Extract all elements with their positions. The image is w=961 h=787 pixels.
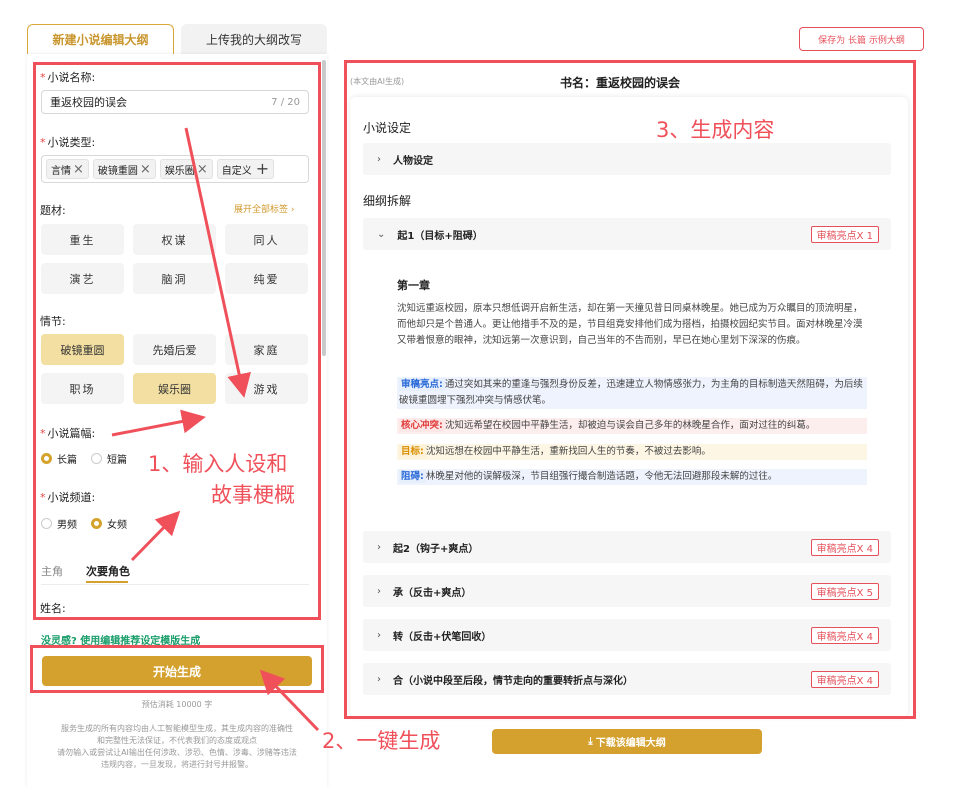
annotation-arrows (111, 127, 320, 732)
arrow-to-generate (259, 669, 320, 732)
arrow-to-plot (184, 127, 251, 398)
arrow-to-length (111, 409, 206, 437)
arrow-to-channel (130, 510, 181, 562)
